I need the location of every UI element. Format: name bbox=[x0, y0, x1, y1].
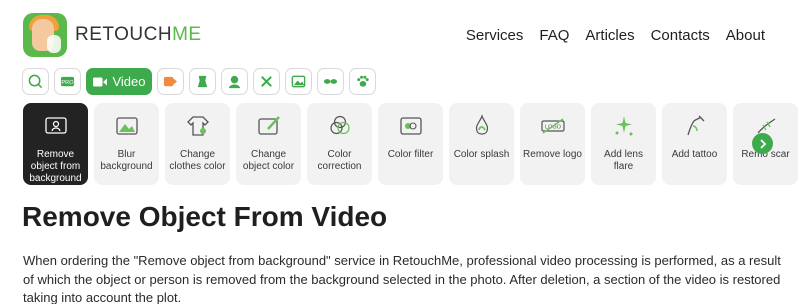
tools-icon bbox=[261, 76, 272, 87]
category-clothes[interactable] bbox=[189, 68, 216, 95]
category-arrow[interactable] bbox=[157, 68, 184, 95]
paw-icon bbox=[357, 75, 369, 87]
brand-name: RETOUCHME bbox=[75, 24, 202, 45]
logo-icon bbox=[23, 13, 67, 57]
carousel-next-button[interactable] bbox=[752, 133, 773, 154]
gallery-icon bbox=[291, 75, 306, 88]
category-bar: PRO Video bbox=[22, 68, 376, 95]
nav-articles[interactable]: Articles bbox=[585, 27, 634, 44]
category-gallery[interactable] bbox=[285, 68, 312, 95]
service-label: Remove logo bbox=[523, 149, 582, 160]
service-card-color-correction[interactable]: Color correction bbox=[307, 103, 372, 185]
service-label: Color filter bbox=[387, 149, 434, 160]
service-card-remove-logo[interactable]: LOGO Remove logo bbox=[520, 103, 585, 185]
category-tools[interactable] bbox=[253, 68, 280, 95]
remove-object-icon bbox=[44, 117, 67, 134]
logo[interactable]: RETOUCHME bbox=[23, 13, 202, 57]
service-card-object-color[interactable]: Change object color bbox=[236, 103, 301, 185]
blur-icon bbox=[115, 117, 138, 135]
category-person[interactable] bbox=[221, 68, 248, 95]
pro-icon: PRO bbox=[60, 76, 74, 87]
nav-faq[interactable]: FAQ bbox=[539, 27, 569, 44]
service-card-color-splash[interactable]: Color splash bbox=[449, 103, 514, 185]
service-card-remove-object[interactable]: Remove object from background bbox=[23, 103, 88, 185]
glasses-icon bbox=[323, 79, 338, 84]
site-header: RETOUCHME Services FAQ Articles Contacts… bbox=[0, 0, 799, 68]
service-label: Add tattoo bbox=[671, 149, 718, 160]
category-video[interactable]: Video bbox=[86, 68, 152, 95]
main-nav: Services FAQ Articles Contacts About bbox=[450, 27, 765, 44]
service-label: Change clothes color bbox=[169, 149, 226, 172]
category-pets[interactable] bbox=[349, 68, 376, 95]
category-search[interactable] bbox=[22, 68, 49, 95]
category-glasses[interactable] bbox=[317, 68, 344, 95]
nav-services[interactable]: Services bbox=[466, 27, 524, 44]
service-card-clothes-color[interactable]: Change clothes color bbox=[165, 103, 230, 185]
service-label: Add lens flare bbox=[604, 149, 643, 172]
nav-about[interactable]: About bbox=[726, 27, 765, 44]
person-icon bbox=[228, 75, 241, 89]
color-circles-icon bbox=[329, 115, 350, 135]
service-card-color-filter[interactable]: Color filter bbox=[378, 103, 443, 185]
svg-text:PRO: PRO bbox=[61, 80, 74, 86]
service-label: Color correction bbox=[317, 149, 362, 172]
service-card-blur[interactable]: Blur background bbox=[94, 103, 159, 185]
page-title: Remove Object From Video bbox=[22, 201, 388, 232]
service-label: Blur background bbox=[100, 149, 153, 172]
tattoo-icon bbox=[686, 115, 704, 136]
video-icon bbox=[93, 77, 108, 86]
cloth-icon bbox=[197, 75, 208, 88]
service-label: Remove object from background bbox=[29, 149, 82, 184]
service-card-tattoo[interactable]: Add tattoo bbox=[662, 103, 727, 185]
category-video-label: Video bbox=[112, 74, 146, 89]
arrow-right-icon bbox=[163, 76, 178, 87]
category-pro[interactable]: PRO bbox=[54, 68, 81, 95]
service-card-lens-flare[interactable]: Add lens flare bbox=[591, 103, 656, 185]
chevron-right-icon bbox=[759, 138, 766, 149]
filter-icon bbox=[399, 117, 422, 135]
service-carousel: Remove object from background Blur backg… bbox=[23, 103, 799, 185]
sparkle-icon bbox=[615, 116, 632, 136]
logo-icon: LOGO bbox=[540, 118, 565, 134]
splash-icon bbox=[475, 114, 488, 135]
shirt-icon bbox=[186, 116, 209, 136]
nav-contacts[interactable]: Contacts bbox=[651, 27, 710, 44]
service-label: Color splash bbox=[453, 149, 510, 160]
page-description: When ordering the "Remove object from ba… bbox=[23, 253, 781, 304]
search-icon bbox=[28, 74, 43, 89]
brush-icon bbox=[257, 116, 280, 135]
service-label: Change object color bbox=[242, 149, 295, 172]
